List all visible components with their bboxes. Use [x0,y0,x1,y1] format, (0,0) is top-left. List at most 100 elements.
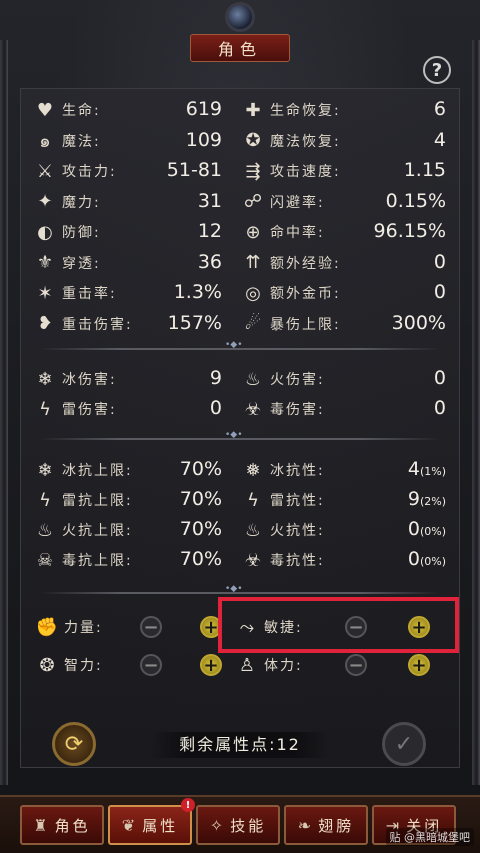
elem-right-1: ☣ 毒伤害: [242,394,325,424]
elem-right-0-number: 0 [433,367,446,389]
stat-left-4-value: 12 [198,220,222,242]
resist-right-3-label: 毒抗性: [270,553,325,569]
stat-left-1-value: 109 [186,129,222,151]
resist-left-2-label: 火抗上限: [62,523,133,539]
stat-left-0-label: 生命: [62,103,101,119]
stamina-plus-button[interactable]: + [408,654,430,676]
resist-right-3: ☣ 毒抗性: [242,545,325,575]
resist-left-0: ❄ 冰抗上限: [34,455,133,485]
poison-icon: ☣ [244,398,262,420]
resist-right-1-value: 9(2%) [408,488,446,510]
resist-right-0-label: 冰抗性: [270,463,325,479]
intellect-plus-button[interactable]: + [200,654,222,676]
tab-attributes[interactable]: ❦ 属性 [108,805,192,845]
stat-right-4-value: 96.15% [374,220,446,242]
section-divider [40,584,440,594]
stat-left-6: ✶ 重击率: [34,278,117,308]
swirl-icon: ๑ [39,131,51,152]
target-icon: ⊕ [245,221,261,243]
brain-icon: ❂ [39,654,55,676]
stat-left-0: ♥ 生命: [34,95,101,125]
resist-right-2-value: 0(0%) [408,518,446,540]
resist-right-1-number: 9 [407,488,420,510]
reset-points-button[interactable]: ⟳ [52,722,96,766]
stat-left-5-number: 36 [197,250,222,273]
stat-right-5-label: 额外经验: [270,255,341,272]
stat-right-6-label: 额外金币: [270,286,341,302]
stat-left-1-label: 魔法: [62,133,101,150]
elem-left-0-value: 9 [210,367,222,389]
elem-right-0-value: 0 [434,367,446,389]
poison-resist-icon: ☣ [244,549,262,571]
stat-right-7-label: 暴伤上限: [270,316,341,333]
stat-left-7: ❥ 重击伤害: [34,309,133,339]
stat-right-6: ◎ 额外金币: [242,278,341,308]
stat-right-3-label: 闪避率: [270,194,325,211]
notification-badge: ! [181,798,195,812]
fire-resist-icon: ♨ [244,519,262,541]
wings-icon: ❧ [297,815,315,835]
stamina-minus-button[interactable]: − [345,654,367,676]
stat-left-0-value: 619 [186,98,222,120]
fire-cap-icon: ♨ [36,519,54,541]
stat-right-4-number: 96.15% [373,220,446,242]
attr-strength-label: 力量: [64,620,103,636]
poison-cap-icon: ☠ [36,549,54,571]
lightning-icon: ϟ [39,398,51,420]
resist-right-0-percent: (1%) [419,465,446,478]
frame-border-left [0,40,8,785]
resist-left-0-number: 70% [179,458,222,480]
resist-left-3-value: 70% [180,548,222,570]
frame-border-right [472,40,480,785]
stat-right-4-label: 命中率: [270,225,325,241]
stat-right-2-label: 攻击速度: [270,164,341,180]
stat-right-6-number: 0 [433,281,446,303]
stat-left-3-label: 魔力: [62,194,101,211]
elem-right-1-value: 0 [434,397,446,419]
elem-left-1-label: 雷伤害: [62,402,117,418]
confirm-button[interactable]: ✓ [382,722,426,766]
resist-right-0-value: 4(1%) [408,458,446,480]
stat-right-2-number: 1.15 [403,159,446,181]
lightning-cap-icon: ϟ [39,489,51,511]
stat-left-2-label: 攻击力: [62,164,117,180]
stat-right-7-value: 300% [392,312,446,334]
stat-left-1-number: 109 [185,128,222,151]
skills-icon: ✧ [209,815,227,835]
help-button[interactable]: ? [423,56,451,84]
tab-label: 技能 [230,816,267,835]
resist-right-0: ❅ 冰抗性: [242,455,325,485]
strength-minus-button[interactable]: − [140,616,162,638]
tab-wings[interactable]: ❧ 翅膀 [284,805,368,845]
heart-plus-icon: ✚ [245,99,261,121]
stat-right-3: ☍ 闪避率: [242,187,325,217]
intellect-minus-button[interactable]: − [140,654,162,676]
ice-icon: ❄ [37,368,53,390]
resist-left-2-value: 70% [180,518,222,540]
stat-right-1-number: 4 [433,128,446,151]
shield-icon: ◐ [37,221,53,243]
resist-right-0-number: 4 [407,458,420,480]
stat-left-2: ⚔ 攻击力: [34,156,117,186]
tab-label: 角色 [54,816,91,835]
attr-stamina-label: 体力: [264,658,303,674]
section-divider [40,430,440,440]
coins-icon: ◎ [245,282,261,304]
elem-right-0-label: 火伤害: [270,372,325,388]
broken-heart-icon: ❥ [37,313,53,334]
stat-right-5-value: 0 [434,251,446,273]
tab-skills[interactable]: ✧ 技能 [196,805,280,845]
stat-left-0-number: 619 [185,98,222,120]
elem-right-1-label: 毒伤害: [270,402,325,418]
stat-left-5-label: 穿透: [62,255,101,272]
elem-left-0: ❄ 冰伤害: [34,364,117,394]
gem-icon [225,2,255,32]
tab-character[interactable]: ♜ 角色 [20,805,104,845]
resist-right-2: ♨ 火抗性: [242,515,325,545]
stat-left-5-value: 36 [198,251,222,273]
dodge-icon: ☍ [243,191,263,212]
attr-intellect: ❂ 智力: [36,650,103,680]
stat-left-2-number: 51-81 [166,159,222,181]
resist-right-3-value: 0(0%) [408,548,446,570]
elem-right-0: ♨ 火伤害: [242,364,325,394]
